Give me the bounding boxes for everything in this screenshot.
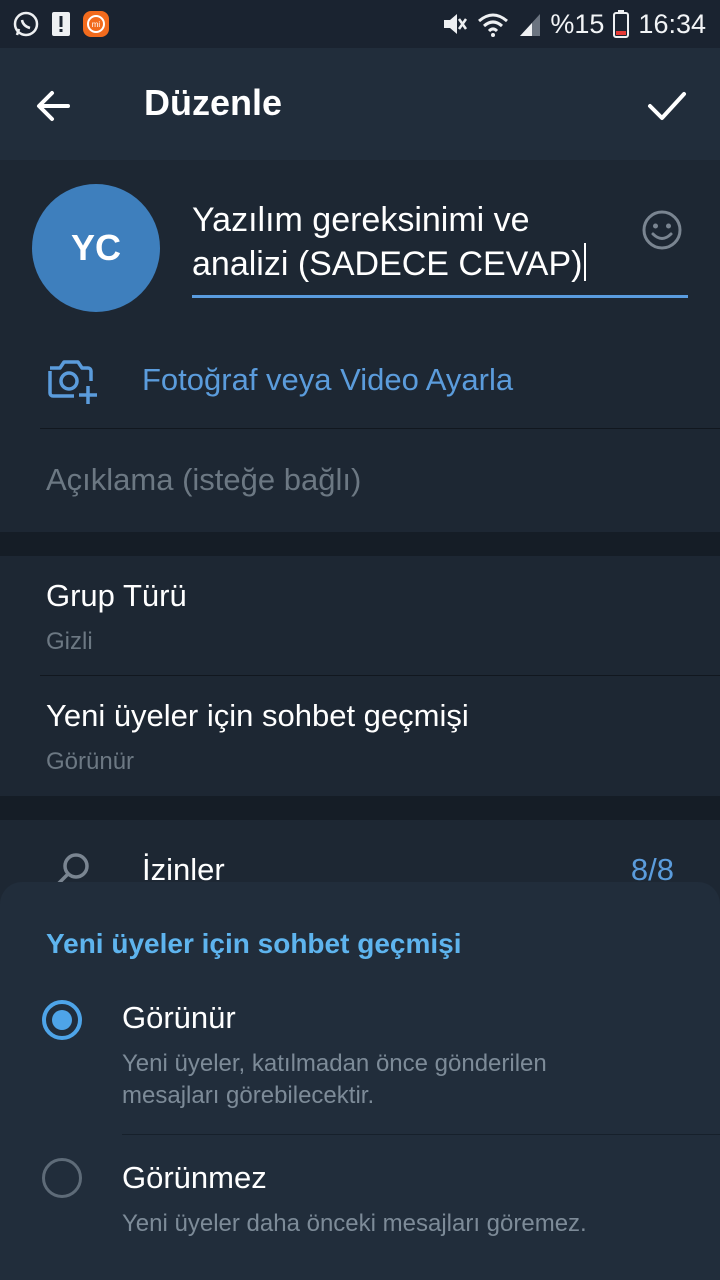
chat-history-sheet: Yeni üyeler için sohbet geçmişi Görünür … (0, 882, 720, 1280)
set-photo-row[interactable]: Fotoğraf veya Video Ayarla (0, 338, 720, 428)
group-header: YC Yazılım gereksinimi ve analizi (SADEC… (0, 160, 720, 532)
permissions-row[interactable]: İzinler 8/8 (0, 820, 720, 893)
battery-icon (613, 10, 630, 38)
section-gap (0, 532, 720, 556)
radio-hidden[interactable] (42, 1158, 82, 1198)
signal-icon (520, 14, 541, 36)
section-gap (0, 796, 720, 820)
chat-history-row[interactable]: Yeni üyeler için sohbet geçmişi Görünür (0, 676, 720, 796)
camera-add-icon (48, 360, 97, 404)
svg-text:mi: mi (92, 20, 101, 29)
page-title: Düzenle (144, 82, 283, 123)
emoji-icon[interactable] (640, 208, 684, 252)
group-type-row[interactable]: Grup Türü Gizli (0, 556, 720, 676)
option-visible-title: Görünür (122, 1000, 236, 1035)
whatsapp-icon (13, 11, 39, 37)
divider (122, 1134, 720, 1135)
description-input[interactable]: Açıklama (isteğe bağlı) (46, 462, 361, 498)
mute-icon (444, 14, 468, 34)
avatar[interactable]: YC (32, 184, 160, 312)
clock: 16:34 (638, 8, 706, 39)
chat-history-title: Yeni üyeler için sohbet geçmişi (46, 698, 469, 733)
group-name-line1: Yazılım gereksinimi ve (192, 201, 530, 239)
option-visible[interactable]: Görünür Yeni üyeler, katılmadan önce gön… (0, 982, 720, 1132)
back-arrow-icon[interactable] (32, 84, 76, 128)
group-settings: Grup Türü Gizli Yeni üyeler için sohbet … (0, 556, 720, 796)
option-hidden-title: Görünmez (122, 1160, 267, 1195)
divider (40, 428, 720, 429)
set-photo-label: Fotoğraf veya Video Ayarla (142, 362, 514, 397)
battery-percent: %15 (550, 8, 605, 39)
checkmark-icon[interactable] (644, 82, 690, 128)
option-hidden[interactable]: Görünmez Yeni üyeler daha önceki mesajla… (0, 1142, 720, 1262)
group-type-value: Gizli (46, 628, 93, 655)
radio-visible[interactable] (42, 1000, 82, 1040)
name-input-underline (192, 295, 688, 298)
group-name-input[interactable]: Yazılım gereksinimi ve analizi (SADECE C… (192, 198, 628, 286)
group-type-title: Grup Türü (46, 578, 187, 613)
app-bar: Düzenle (0, 48, 720, 160)
option-hidden-description: Yeni üyeler daha önceki mesajları göreme… (122, 1210, 587, 1237)
group-name-line2: analizi (SADECE CEVAP) (192, 245, 583, 283)
alert-icon (52, 12, 70, 36)
status-bar: mi %15 16:34 (0, 0, 720, 48)
sheet-title: Yeni üyeler için sohbet geçmişi (46, 928, 462, 959)
mi-icon: mi (83, 11, 109, 37)
chat-history-value: Görünür (46, 748, 135, 775)
text-cursor (583, 243, 586, 281)
option-visible-description: Yeni üyeler, katılmadan önce gönderilen … (122, 1050, 547, 1109)
wifi-icon (478, 13, 509, 37)
